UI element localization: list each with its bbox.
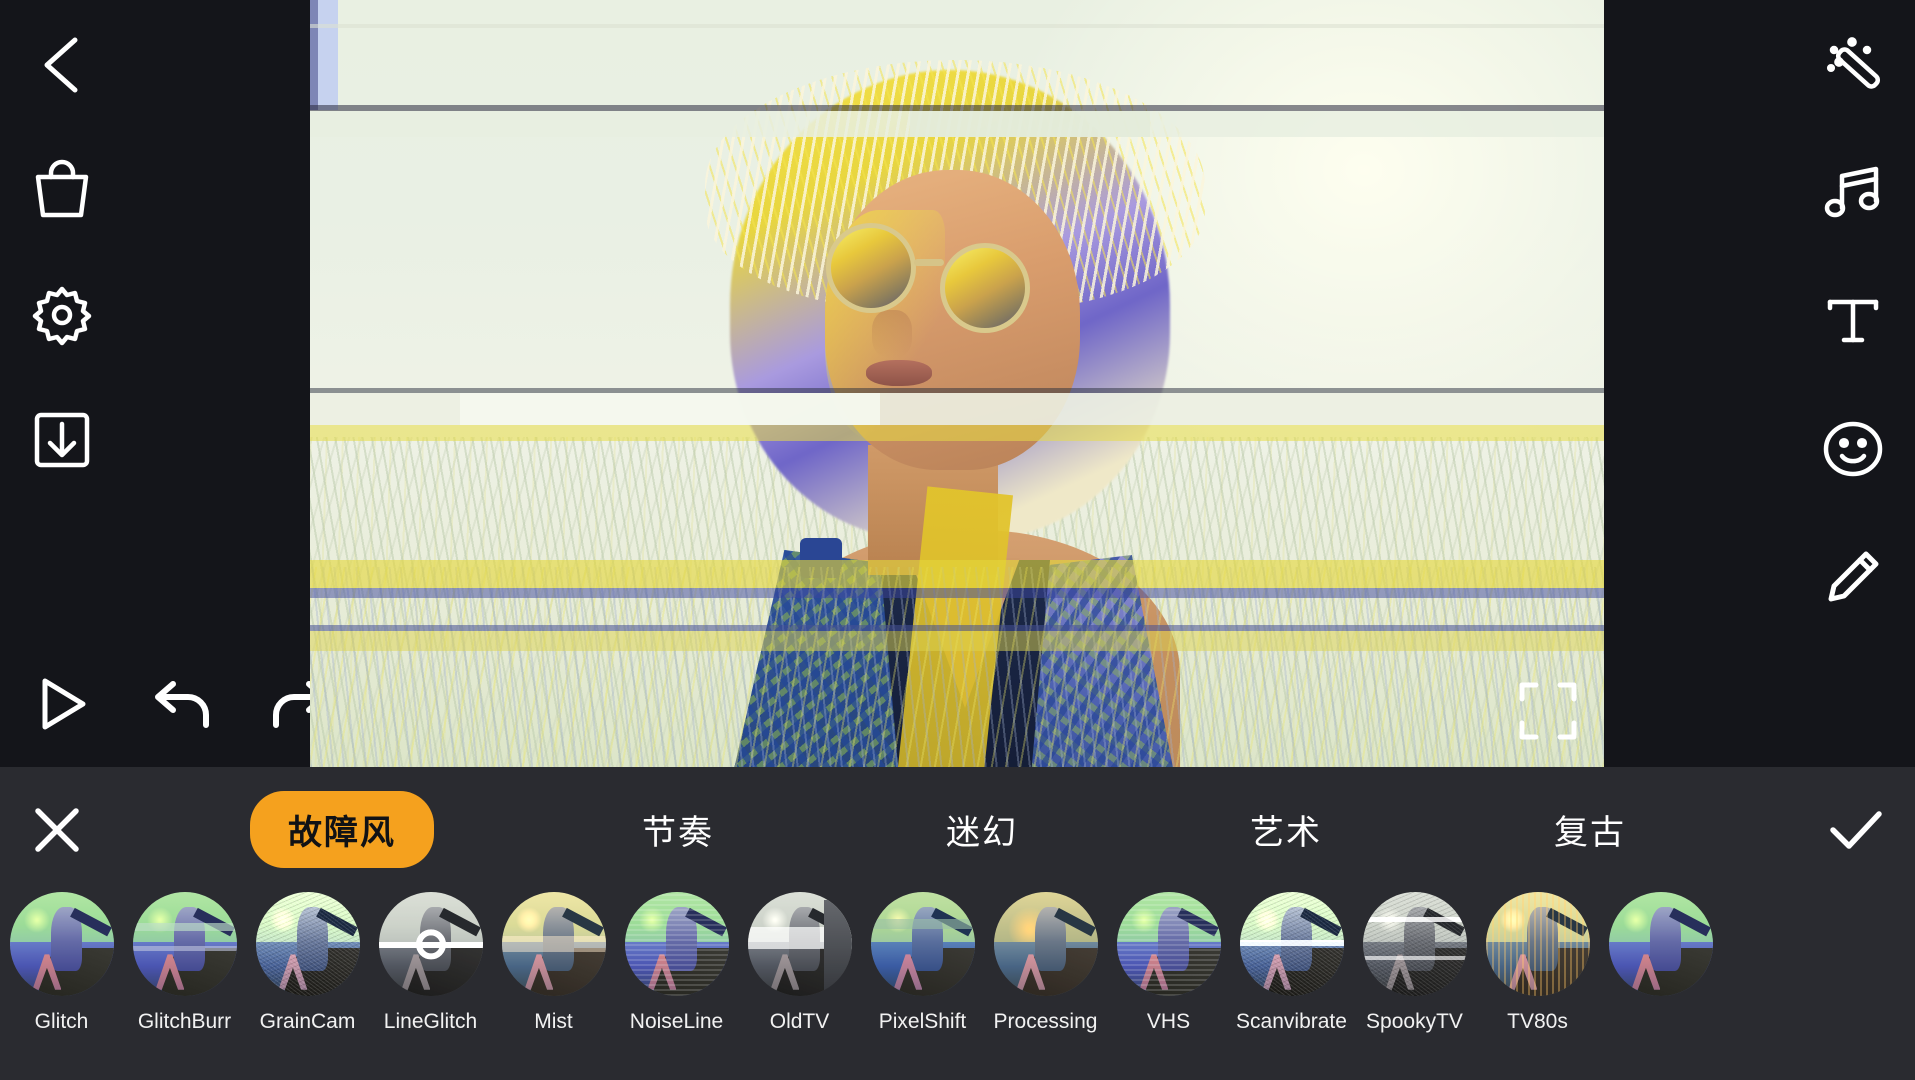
filter-item[interactable]: GrainCam	[246, 892, 369, 1034]
filter-label: OldTV	[769, 1010, 830, 1033]
photo-editor-app: 故障风 节奏 迷幻 艺术 复古 Glitch GlitchBurr GrainC…	[0, 0, 1915, 1080]
filter-item[interactable]: TV80s	[1476, 892, 1599, 1034]
filter-item[interactable]: LineGlitch	[369, 892, 492, 1034]
play-icon	[33, 673, 91, 735]
glitch-band	[310, 588, 1604, 598]
filter-thumbnail	[9, 892, 114, 996]
filter-thumbnail	[1485, 892, 1590, 996]
save-download-icon	[32, 410, 92, 470]
filter-item[interactable]: Mist	[492, 892, 615, 1034]
draw-button[interactable]	[1813, 537, 1893, 617]
tab-art[interactable]: 艺术	[1226, 805, 1346, 854]
text-button[interactable]	[1813, 281, 1893, 361]
filter-label: VHS	[1146, 1010, 1191, 1033]
glitch-block	[460, 393, 880, 425]
filter-label: TV80s	[1507, 1010, 1568, 1033]
filter-thumbnail	[255, 892, 360, 996]
filter-item[interactable]: Glitch	[0, 892, 123, 1034]
save-button[interactable]	[22, 400, 102, 480]
filter-thumbnail	[378, 892, 483, 996]
filter-item[interactable]: Scanvibrate	[1230, 892, 1353, 1034]
filter-thumbnail	[993, 892, 1098, 996]
filter-item[interactable]: OldTV	[738, 892, 861, 1034]
shopping-bag-icon	[32, 159, 92, 221]
tab-retro[interactable]: 复古	[1530, 805, 1650, 854]
filter-label: PixelShift	[878, 1010, 967, 1033]
filter-thumbnail	[1239, 892, 1344, 996]
filter-label: Glitch	[34, 1010, 89, 1033]
filter-item[interactable]: NoiseLine	[615, 892, 738, 1034]
sticker-button[interactable]	[1813, 409, 1893, 489]
magic-wand-icon	[1822, 34, 1884, 96]
effects-button[interactable]	[1813, 25, 1893, 105]
filter-item[interactable]: VHS	[1107, 892, 1230, 1034]
filter-label: Mist	[534, 1010, 573, 1033]
filter-thumbnail	[501, 892, 606, 996]
tab-glitch-style[interactable]: 故障风	[250, 791, 434, 868]
tab-rhythm[interactable]: 节奏	[618, 805, 738, 854]
filter-category-tabs-row: 故障风 节奏 迷幻 艺术 复古	[0, 767, 1915, 892]
filter-item[interactable]	[1599, 892, 1722, 1010]
filter-thumbnail	[1608, 892, 1713, 996]
filter-label: GrainCam	[259, 1010, 356, 1033]
store-button[interactable]	[22, 150, 102, 230]
music-note-icon	[1822, 162, 1884, 224]
filter-thumbnail	[132, 892, 237, 996]
filter-item[interactable]: Processing	[984, 892, 1107, 1034]
filter-thumbnail	[624, 892, 729, 996]
back-button[interactable]	[22, 25, 102, 105]
filter-item[interactable]: SpookyTV	[1353, 892, 1476, 1034]
right-toolbar	[1790, 0, 1915, 767]
text-icon	[1824, 292, 1882, 350]
filter-label: NoiseLine	[629, 1010, 724, 1033]
pencil-icon	[1823, 547, 1883, 607]
back-chevron-icon	[35, 32, 89, 98]
filter-thumbnail	[747, 892, 852, 996]
music-button[interactable]	[1813, 153, 1893, 233]
checkmark-icon	[1826, 804, 1886, 856]
undo-button[interactable]	[134, 654, 234, 754]
filter-thumbnail	[1116, 892, 1221, 996]
filter-thumbnail	[870, 892, 975, 996]
glitch-band	[310, 425, 1604, 441]
undo-icon	[150, 673, 218, 735]
glitch-shift-band-2	[310, 0, 318, 110]
filter-label: Scanvibrate	[1236, 1010, 1347, 1033]
photo-canvas[interactable]	[310, 0, 1604, 767]
glitch-band	[310, 560, 1604, 588]
filter-label: SpookyTV	[1366, 1010, 1463, 1033]
gear-icon	[31, 284, 93, 346]
settings-button[interactable]	[22, 275, 102, 355]
tab-psychedelic[interactable]: 迷幻	[922, 805, 1042, 854]
close-button[interactable]	[22, 795, 92, 865]
smiley-sticker-icon	[1822, 418, 1884, 480]
confirm-button[interactable]	[1821, 795, 1891, 865]
glitch-band	[310, 24, 1604, 28]
filter-item[interactable]: PixelShift	[861, 892, 984, 1034]
edited-photo	[310, 0, 1604, 767]
line-slider-knob[interactable]	[415, 929, 446, 960]
filter-label: Processing	[993, 1010, 1098, 1033]
close-x-icon	[28, 801, 86, 859]
filter-thumbnail	[1362, 892, 1467, 996]
filter-item[interactable]: GlitchBurr	[123, 892, 246, 1034]
fullscreen-expand-icon[interactable]	[1516, 679, 1580, 743]
glitch-band	[310, 631, 1604, 651]
glitch-block	[910, 111, 1150, 137]
filter-category-tabs: 故障风 节奏 迷幻 艺术 复古	[250, 767, 1650, 892]
filter-thumbnail-list[interactable]: Glitch GlitchBurr GrainCam LineGlitch Mi…	[0, 892, 1915, 1080]
filter-label: GlitchBurr	[137, 1010, 232, 1033]
filter-panel: 故障风 节奏 迷幻 艺术 复古 Glitch GlitchBurr GrainC…	[0, 767, 1915, 1080]
filter-label: LineGlitch	[383, 1010, 478, 1033]
play-button[interactable]	[12, 654, 112, 754]
editor-area	[0, 0, 1915, 767]
